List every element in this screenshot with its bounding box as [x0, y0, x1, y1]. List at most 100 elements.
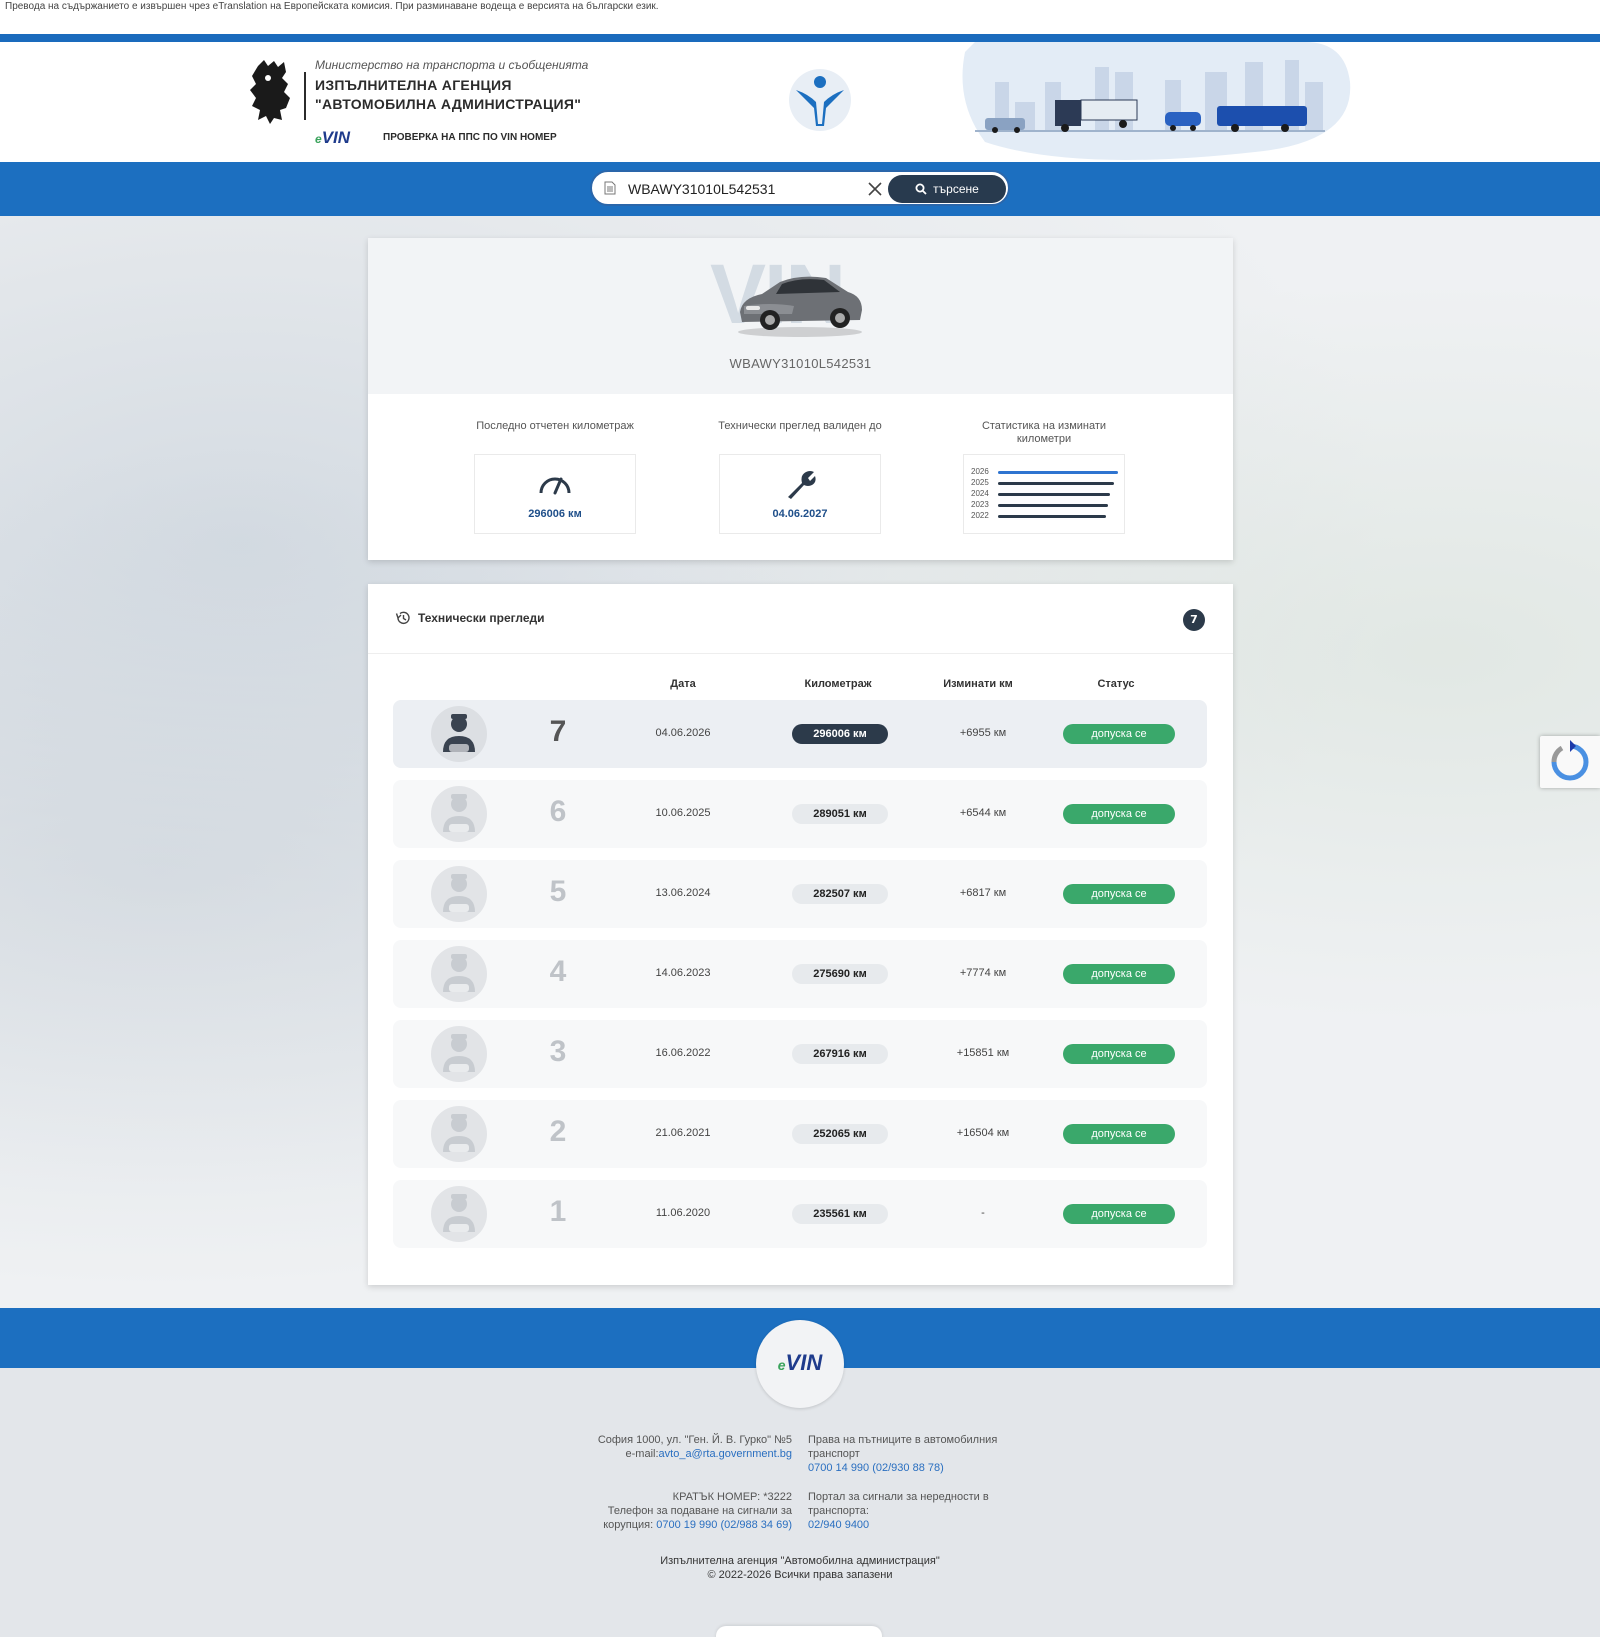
agency-name-line1: ИЗПЪЛНИТЕЛНА АГЕНЦИЯ	[315, 77, 512, 93]
inspection-diff: +6544 км	[959, 807, 1007, 819]
column-header-date: Дата	[670, 678, 696, 690]
inspections-title: Технически прегледи	[418, 611, 545, 625]
agency-emblem-icon	[789, 69, 851, 131]
inspection-number: 6	[549, 795, 567, 828]
document-icon	[604, 181, 616, 195]
status-badge: допуска се	[1063, 804, 1175, 824]
stats-year-bar	[998, 515, 1106, 518]
footer-bottom-tab[interactable]	[716, 1626, 882, 1637]
table-row[interactable]: 2 21.06.2021 252065 км +16504 км допуска се	[393, 1100, 1207, 1168]
translation-notice: Превода на съдържанието е извършен чрез …	[0, 0, 1600, 34]
top-accent-line	[0, 34, 1600, 42]
footer-logo-text: eVIN	[764, 1350, 836, 1376]
mechanic-avatar	[431, 1186, 487, 1242]
status-badge: допуска се	[1063, 724, 1175, 744]
inspection-mileage: 275690 км	[792, 964, 888, 984]
inspection-diff: +6955 км	[959, 727, 1007, 739]
stats-year-bar	[998, 471, 1118, 474]
inspections-count-badge: 7	[1183, 609, 1205, 631]
mechanic-icon	[443, 1034, 475, 1072]
table-row[interactable]: 1 11.06.2020 235561 км - допуска се	[393, 1180, 1207, 1248]
footer-corruption-block: КРАТЪК НОМЕР: *3222 Телефон за подаване …	[562, 1490, 792, 1532]
footer-corruption-line: корупция: 0700 19 990 (02/988 34 69)	[562, 1518, 792, 1532]
stats-year-bar	[998, 504, 1108, 507]
footer-corruption-phone[interactable]: 0700 19 990 (02/988 34 69)	[656, 1519, 792, 1531]
inspection-date: 21.06.2021	[655, 1127, 711, 1139]
site-header: Министерство на транспорта и съобщенията…	[0, 42, 1600, 162]
footer-portal-phone[interactable]: 02/940 9400	[808, 1518, 1028, 1532]
inspection-valid-label: Технически преглед валиден до	[718, 420, 882, 432]
footer-corruption-label: Телефон за подаване на сигнали за	[607, 1505, 792, 1517]
table-row[interactable]: 4 14.06.2023 275690 км +7774 км допуска се	[393, 940, 1207, 1008]
table-row[interactable]: 3 16.06.2022 267916 км +15851 км допуска се	[393, 1020, 1207, 1088]
mechanic-avatar	[431, 946, 487, 1002]
inspection-mileage: 267916 км	[792, 1044, 888, 1064]
mechanic-icon	[443, 1194, 475, 1232]
inspection-number: 5	[549, 875, 567, 908]
vin-search-input[interactable]	[628, 178, 848, 200]
footer-short-number: КРАТЪК НОМЕР: *3222	[672, 1491, 792, 1503]
footer-email-link[interactable]: avto_a@rta.government.bg	[659, 1448, 792, 1460]
search-button-label: търсене	[933, 182, 979, 196]
search-bar: търсене	[0, 162, 1600, 216]
status-badge: допуска се	[1063, 884, 1175, 904]
inspection-mileage: 296006 км	[792, 724, 888, 744]
inspections-header: Технически прегледи 7	[368, 584, 1233, 654]
inspection-diff: -	[981, 1207, 985, 1219]
coat-of-arms-icon[interactable]	[244, 58, 300, 126]
clear-icon[interactable]	[866, 180, 884, 198]
header-separator	[304, 72, 306, 120]
stats-year-bar	[998, 493, 1110, 496]
speedometer-icon	[539, 477, 571, 495]
inspection-date: 16.06.2022	[655, 1047, 711, 1059]
last-mileage-box: 296006 км	[474, 454, 636, 534]
mechanic-icon	[443, 874, 475, 912]
mechanic-icon	[443, 794, 475, 832]
mechanic-avatar	[431, 866, 487, 922]
column-header-mileage: Километраж	[804, 678, 872, 690]
recaptcha-badge[interactable]	[1540, 736, 1600, 788]
inspection-date: 14.06.2023	[655, 967, 711, 979]
search-button[interactable]: търсене	[888, 175, 1006, 203]
evin-subtitle: ПРОВЕРКА НА ППС ПО VIN НОМЕР	[383, 132, 557, 143]
search-icon	[915, 183, 927, 195]
evin-logo-text: VIN	[321, 128, 351, 147]
inspection-diff: +6817 км	[959, 887, 1007, 899]
table-row[interactable]: 6 10.06.2025 289051 км +6544 км допуска се	[393, 780, 1207, 848]
mileage-stats-label: Статистика на изминати километри	[981, 420, 1107, 445]
column-header-status: Статус	[1097, 678, 1135, 690]
inspection-mileage: 289051 км	[792, 804, 888, 824]
inspection-number: 7	[549, 715, 567, 748]
stats-year-label: 2026	[971, 467, 989, 476]
mechanic-avatar	[431, 706, 487, 762]
footer-portal-label-2: транспорта:	[808, 1505, 869, 1517]
footer-rights-phone[interactable]: 0700 14 990 (02/930 88 78)	[808, 1461, 1028, 1475]
stats-year-label: 2022	[971, 511, 989, 520]
mileage-stats-box[interactable]: 2026 2025 2024 2023 2022	[963, 454, 1125, 534]
vehicle-vin: WBAWY31010L542531	[729, 356, 872, 371]
inspections-card: Технически прегледи 7 Дата Километраж Из…	[368, 584, 1233, 1285]
inspection-mileage: 252065 км	[792, 1124, 888, 1144]
footer-rights-label-1: Права на пътниците в автомобилния	[808, 1434, 998, 1446]
footer-copyright-rights: © 2022-2026 Всички права запазени	[707, 1569, 893, 1581]
inspection-date: 13.06.2024	[655, 887, 711, 899]
recaptcha-icon	[1551, 740, 1589, 781]
inspection-number: 4	[549, 955, 567, 988]
footer-copyright: Изпълнителна агенция "Автомобилна админи…	[0, 1554, 1600, 1582]
footer-address-block: София 1000, ул. "Ген. Й. В. Гурко" №5 e-…	[562, 1433, 792, 1461]
site-footer	[0, 1368, 1600, 1637]
footer-evin-logo[interactable]: eVIN	[756, 1320, 844, 1408]
agency-name-line2: "АВТОМОБИЛНА АДМИНИСТРАЦИЯ"	[315, 96, 582, 112]
city-traffic-illustration	[962, 42, 1351, 160]
history-icon	[395, 611, 410, 624]
evin-logo[interactable]: eVIN	[315, 128, 350, 148]
table-row[interactable]: 7 04.06.2026 296006 км +6955 км допуска се	[393, 700, 1207, 768]
mechanic-icon	[443, 1114, 475, 1152]
vehicle-header: VIN WBAWY31010L542531	[368, 238, 1233, 394]
status-badge: допуска се	[1063, 964, 1175, 984]
status-badge: допуска се	[1063, 1044, 1175, 1064]
footer-portal-label-1: Портал за сигнали за нередности в	[808, 1491, 989, 1503]
table-row[interactable]: 5 13.06.2024 282507 км +6817 км допуска се	[393, 860, 1207, 928]
mechanic-avatar	[431, 1026, 487, 1082]
inspection-mileage: 282507 км	[792, 884, 888, 904]
